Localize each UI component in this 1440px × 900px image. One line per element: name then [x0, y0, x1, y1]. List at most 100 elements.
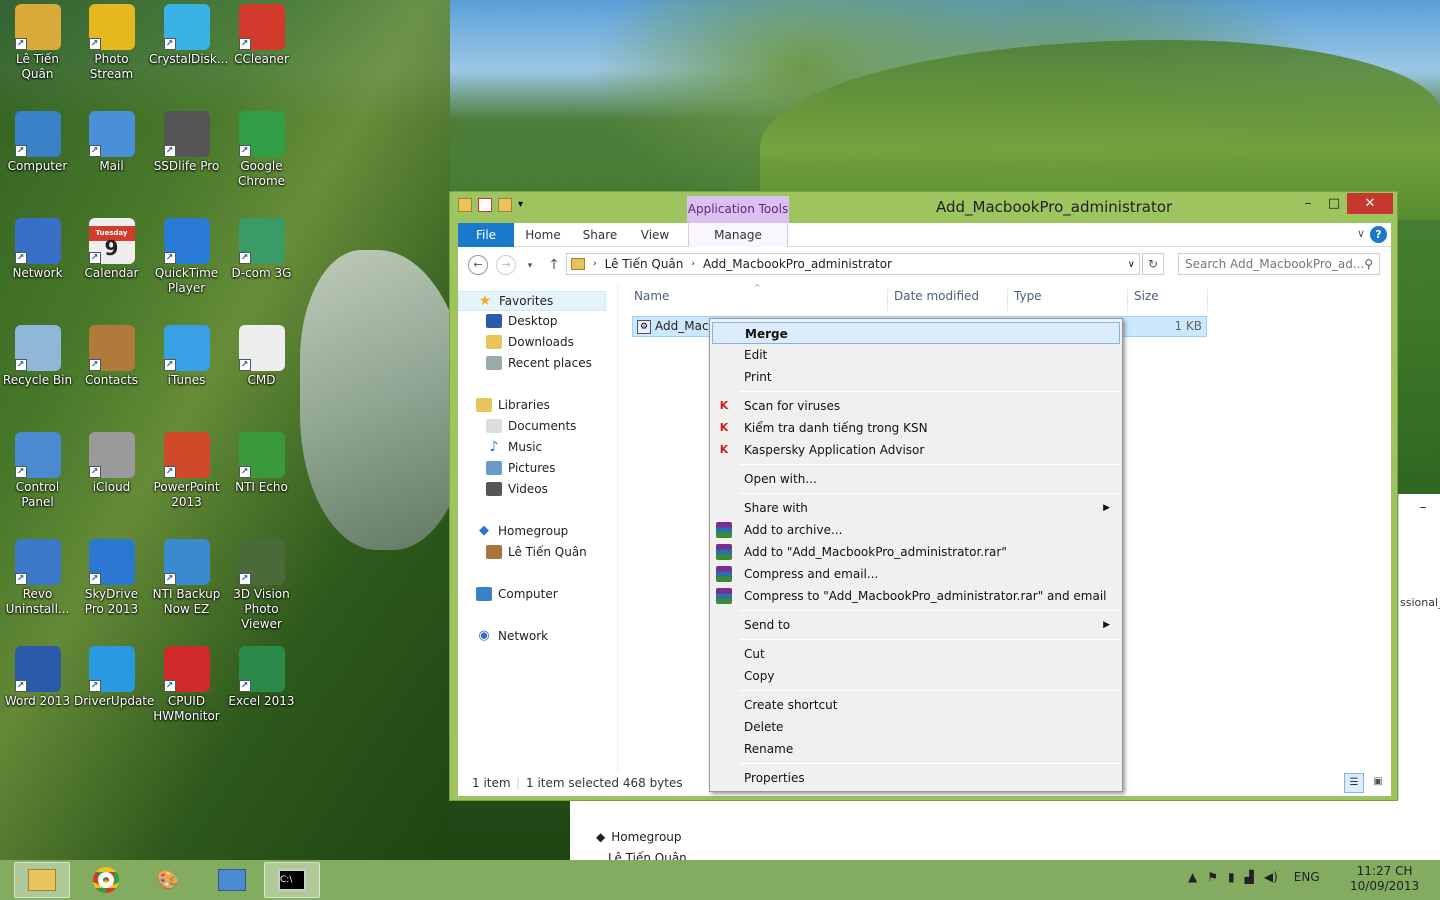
menu-add-rar[interactable]: R Add to "Add_MacbookPro_administrator.ra…	[712, 541, 1120, 563]
title-bar[interactable]: ▾ Application Tools Add_MacbookPro_admin…	[450, 192, 1397, 223]
folder-icon[interactable]	[458, 198, 472, 212]
close-button[interactable]: ✕	[1347, 193, 1393, 214]
desktop-icon-icloud[interactable]: ↗ iCloud	[74, 432, 149, 495]
desktop-icon-hwmonitor[interactable]: ↗ CPUID HWMonitor	[149, 646, 224, 724]
show-hidden-icons-icon[interactable]: ▲	[1188, 870, 1197, 884]
tab-file[interactable]: File	[458, 223, 514, 247]
nav-videos[interactable]: Videos	[486, 482, 548, 496]
properties-icon[interactable]	[478, 198, 492, 212]
menu-add-archive[interactable]: R Add to archive...	[712, 519, 1120, 541]
menu-ksn[interactable]: K Kiểm tra danh tiếng trong KSN	[712, 417, 1120, 439]
menu-create-shortcut[interactable]: Create shortcut	[712, 694, 1120, 716]
search-input[interactable]: Search Add_MacbookPro_ad... ⚲	[1178, 253, 1380, 275]
tab-home[interactable]: Home	[520, 223, 566, 247]
new-folder-icon[interactable]	[498, 198, 512, 212]
nav-favorites[interactable]: ★ Favorites	[458, 291, 606, 311]
desktop-icon-chrome[interactable]: ↗ Google Chrome	[224, 111, 299, 189]
column-name[interactable]: Name	[634, 289, 888, 311]
menu-send-to[interactable]: Send to ▶	[712, 614, 1120, 636]
tab-share[interactable]: Share	[578, 223, 622, 247]
desktop-icon-ssd[interactable]: ↗ SSDlife Pro	[149, 111, 224, 174]
desktop-icon-nti-backup[interactable]: ↗ NTI Backup Now EZ	[149, 539, 224, 617]
menu-share-with[interactable]: Share with ▶	[712, 497, 1120, 519]
background-minimize-icon[interactable]: –	[1420, 500, 1426, 514]
menu-merge[interactable]: Merge	[712, 322, 1120, 344]
taskbar-paint[interactable]: 🎨	[140, 862, 196, 898]
menu-cut[interactable]: Cut	[712, 643, 1120, 665]
taskbar-cmd[interactable]: C:\	[264, 862, 320, 898]
address-bar[interactable]: › Lê Tiến Quân › Add_MacbookPro_administ…	[566, 253, 1140, 275]
action-center-flag-icon[interactable]: ⚑	[1207, 870, 1218, 884]
desktop-icon-skydrive[interactable]: ↗ SkyDrive Pro 2013	[74, 539, 149, 617]
nav-downloads[interactable]: Downloads	[486, 335, 574, 349]
up-button[interactable]: ↑	[544, 256, 564, 276]
desktop-icon-recycle-bin[interactable]: ↗ Recycle Bin	[0, 325, 75, 388]
taskbar-control-panel[interactable]	[204, 862, 260, 898]
menu-compress-email[interactable]: R Compress and email...	[712, 563, 1120, 585]
nav-desktop[interactable]: Desktop	[486, 314, 558, 328]
signal-icon[interactable]: ▟	[1245, 870, 1254, 884]
background-homegroup-item[interactable]: ◆ Homegroup	[596, 830, 682, 844]
desktop-icon-ccleaner[interactable]: ↗ CCleaner	[224, 4, 299, 67]
menu-kaspersky-advisor[interactable]: K Kaspersky Application Advisor	[712, 439, 1120, 461]
minimize-button[interactable]: –	[1296, 193, 1320, 214]
power-icon[interactable]: ▮	[1228, 870, 1235, 884]
desktop-icon-control-panel[interactable]: ↗ Control Panel	[0, 432, 75, 510]
menu-edit[interactable]: Edit	[712, 344, 1120, 366]
menu-scan-viruses[interactable]: K Scan for viruses	[712, 395, 1120, 417]
desktop-icon-download[interactable]: ↗ DriverUpdate	[74, 646, 154, 709]
breadcrumb-user[interactable]: Lê Tiến Quân	[605, 257, 684, 271]
desktop-icon-dcom[interactable]: ↗ D-com 3G	[224, 218, 299, 281]
nav-pictures[interactable]: Pictures	[486, 461, 556, 475]
taskbar-chrome[interactable]	[78, 862, 134, 898]
menu-copy[interactable]: Copy	[712, 665, 1120, 687]
desktop-icon-revo[interactable]: ↗ Revo Uninstall...	[0, 539, 75, 617]
column-type[interactable]: Type	[1014, 289, 1128, 311]
tab-view[interactable]: View	[634, 223, 676, 247]
clock[interactable]: 11:27 CH 10/09/2013	[1350, 864, 1419, 894]
desktop-icon-monitor[interactable]: ↗ Computer	[0, 111, 75, 174]
back-button[interactable]: ←	[468, 255, 488, 275]
desktop-icon-quicktime[interactable]: ↗ QuickTime Player	[149, 218, 224, 296]
nav-user[interactable]: Lê Tiến Quân	[486, 545, 587, 559]
desktop-icon-mail[interactable]: ↗ Mail	[74, 111, 149, 174]
column-size[interactable]: Size	[1134, 289, 1208, 311]
tab-manage[interactable]: Manage	[688, 223, 788, 247]
nav-recent[interactable]: Recent places	[486, 356, 592, 370]
large-icons-view-icon[interactable]: ▣	[1368, 773, 1388, 793]
menu-rename[interactable]: Rename	[712, 738, 1120, 760]
language-indicator[interactable]: ENG	[1294, 870, 1320, 884]
help-icon[interactable]: ?	[1370, 226, 1387, 243]
nav-computer[interactable]: Computer	[476, 587, 558, 601]
menu-print[interactable]: Print	[712, 366, 1120, 388]
breadcrumb-folder[interactable]: Add_MacbookPro_administrator	[703, 257, 892, 271]
desktop-icon-user-folder[interactable]: ↗ Lê Tiến Quân	[0, 4, 75, 82]
desktop-icon-crystal[interactable]: ↗ CrystalDisk...	[149, 4, 228, 67]
desktop-icon-cmd[interactable]: ↗ CMD	[224, 325, 299, 388]
address-dropdown-icon[interactable]: ∨	[1128, 259, 1135, 270]
menu-open-with[interactable]: Open with...	[712, 468, 1120, 490]
desktop-icon-sunflower[interactable]: ↗ Photo Stream	[74, 4, 149, 82]
details-view-icon[interactable]: ☰	[1344, 773, 1364, 793]
desktop-icon-globe[interactable]: ↗ Network	[0, 218, 75, 281]
nav-libraries[interactable]: Libraries	[476, 398, 550, 412]
desktop-icon-calendar[interactable]: Tuesday 9 ↗ Calendar	[74, 218, 149, 281]
customize-qat-icon[interactable]: ▾	[518, 198, 523, 212]
desktop-icon-nti-echo[interactable]: ↗ NTI Echo	[224, 432, 299, 495]
maximize-button[interactable]: □	[1322, 193, 1346, 214]
forward-button[interactable]: →	[496, 255, 516, 275]
menu-compress-rar-email[interactable]: R Compress to "Add_MacbookPro_administrat…	[712, 585, 1120, 607]
nav-documents[interactable]: Documents	[486, 419, 576, 433]
desktop-icon-contacts[interactable]: ↗ Contacts	[74, 325, 149, 388]
volume-icon[interactable]: ◀)	[1264, 870, 1278, 884]
expand-ribbon-icon[interactable]: ∨	[1357, 227, 1365, 240]
desktop-icon-word[interactable]: ↗ Word 2013	[0, 646, 75, 709]
taskbar-file-explorer[interactable]	[14, 862, 70, 898]
menu-delete[interactable]: Delete	[712, 716, 1120, 738]
desktop-icon-excel[interactable]: ↗ Excel 2013	[224, 646, 299, 709]
menu-properties[interactable]: Properties	[712, 767, 1120, 789]
desktop-icon-itunes[interactable]: ↗ iTunes	[149, 325, 224, 388]
desktop-icon-3d-vision[interactable]: ↗ 3D Vision Photo Viewer	[224, 539, 299, 632]
column-date-modified[interactable]: Date modified	[894, 289, 1008, 311]
nav-homegroup[interactable]: ◆ Homegroup	[476, 524, 568, 539]
